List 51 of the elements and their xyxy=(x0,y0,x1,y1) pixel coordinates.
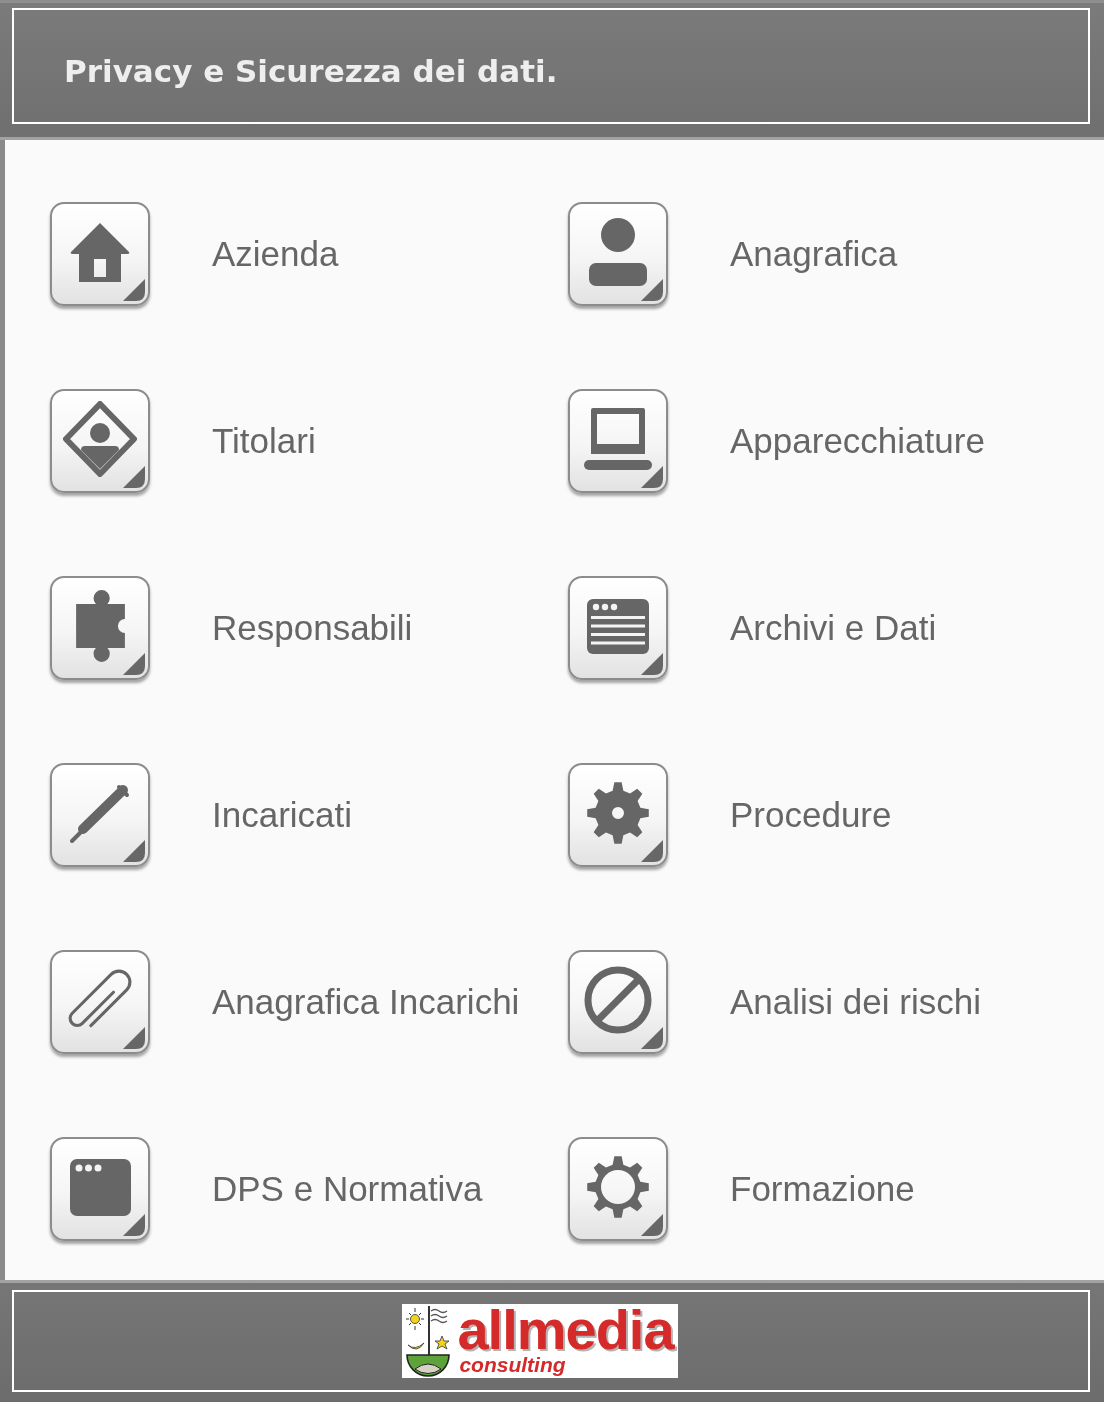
menu-link[interactable]: DPS e Normativa xyxy=(212,1169,483,1209)
folded-corner-icon xyxy=(123,1214,145,1236)
tile-button[interactable] xyxy=(50,389,150,493)
folded-corner-icon xyxy=(123,653,145,675)
tile-button[interactable] xyxy=(50,576,150,680)
window-icon xyxy=(69,1158,131,1216)
folded-corner-icon xyxy=(641,279,663,301)
menu-link[interactable]: Apparecchiature xyxy=(730,421,985,461)
menu-link[interactable]: Responsabili xyxy=(212,608,413,648)
folded-corner-icon xyxy=(641,653,663,675)
gear-icon xyxy=(586,781,650,845)
menu-link[interactable]: Incaricati xyxy=(212,795,353,835)
folded-corner-icon xyxy=(123,840,145,862)
page-title: Privacy e Sicurezza dei dati. xyxy=(64,53,558,89)
menu-link[interactable]: Anagrafica Incarichi xyxy=(212,982,520,1022)
pen-icon xyxy=(69,782,131,844)
person-diamond-icon xyxy=(63,401,137,477)
menu-link[interactable]: Titolari xyxy=(212,421,316,461)
tile-button[interactable] xyxy=(568,576,668,680)
tile-button[interactable] xyxy=(568,202,668,306)
folded-corner-icon xyxy=(641,840,663,862)
list-window-icon xyxy=(587,598,649,654)
folded-corner-icon xyxy=(641,466,663,488)
menu-link[interactable]: Procedure xyxy=(730,795,892,835)
folded-corner-icon xyxy=(123,466,145,488)
logo-wordmark: allmedia xyxy=(457,1306,674,1354)
folded-corner-icon xyxy=(123,1027,145,1049)
gear-outline-icon xyxy=(586,1155,650,1219)
folded-corner-icon xyxy=(123,279,145,301)
folded-corner-icon xyxy=(641,1214,663,1236)
puzzle-piece-icon xyxy=(75,590,125,662)
laptop-icon xyxy=(584,408,652,470)
tile-button[interactable] xyxy=(50,1137,150,1241)
emblem-icon xyxy=(405,1305,452,1377)
tile-button[interactable] xyxy=(568,763,668,867)
tile-button[interactable] xyxy=(50,763,150,867)
menu-link[interactable]: Azienda xyxy=(212,234,339,274)
menu-link[interactable]: Analisi dei rischi xyxy=(730,982,981,1022)
tile-button[interactable] xyxy=(568,1137,668,1241)
menu-link[interactable]: Archivi e Dati xyxy=(730,608,937,648)
folded-corner-icon xyxy=(641,1027,663,1049)
person-icon xyxy=(589,218,647,286)
tile-button[interactable] xyxy=(568,950,668,1054)
prohibited-icon xyxy=(584,966,652,1034)
logo-tagline: consulting xyxy=(458,1354,567,1376)
tile-button[interactable] xyxy=(568,389,668,493)
tile-button[interactable] xyxy=(50,950,150,1054)
tile-button[interactable] xyxy=(50,202,150,306)
house-icon xyxy=(70,222,130,282)
menu-link[interactable]: Formazione xyxy=(730,1169,915,1209)
menu-link[interactable]: Anagrafica xyxy=(730,234,898,274)
